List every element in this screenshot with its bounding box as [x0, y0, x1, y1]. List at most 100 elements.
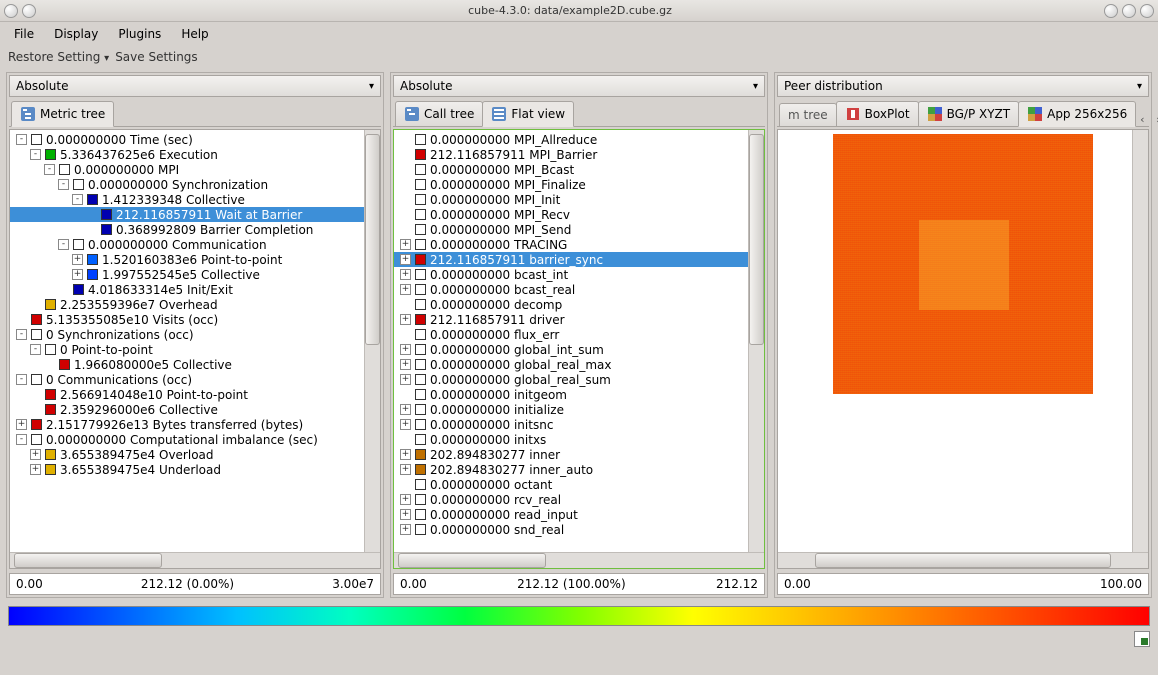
tree-row[interactable]: -0 Point-to-point: [10, 342, 380, 357]
save-settings-button[interactable]: Save Settings: [115, 50, 198, 64]
tree-row[interactable]: +202.894830277 inner: [394, 447, 764, 462]
tree-row[interactable]: -5.336437625e6 Execution: [10, 147, 380, 162]
collapse-icon[interactable]: -: [16, 374, 27, 385]
expand-icon[interactable]: +: [30, 464, 41, 475]
tree-row[interactable]: -0 Communications (occ): [10, 372, 380, 387]
tabs-scroll-left[interactable]: ‹: [1135, 112, 1149, 126]
tree-row[interactable]: +0.000000000 TRACING: [394, 237, 764, 252]
tree-row[interactable]: 2.566914048e10 Point-to-point: [10, 387, 380, 402]
tree-row[interactable]: +0.000000000 bcast_int: [394, 267, 764, 282]
scrollbar-horizontal[interactable]: [10, 552, 380, 568]
tree-row[interactable]: +0.000000000 global_real_sum: [394, 372, 764, 387]
metric-tree[interactable]: -0.000000000 Time (sec)-5.336437625e6 Ex…: [10, 130, 380, 552]
restore-setting-button[interactable]: Restore Setting ▾: [8, 50, 109, 64]
collapse-icon[interactable]: -: [16, 134, 27, 145]
tree-row[interactable]: +3.655389475e4 Underload: [10, 462, 380, 477]
expand-icon[interactable]: +: [400, 269, 411, 280]
tree-row[interactable]: 1.966080000e5 Collective: [10, 357, 380, 372]
tree-row[interactable]: 0.000000000 MPI_Finalize: [394, 177, 764, 192]
expand-icon[interactable]: +: [400, 524, 411, 535]
collapse-icon[interactable]: -: [58, 179, 69, 190]
tree-row[interactable]: -0.000000000 Synchronization: [10, 177, 380, 192]
tree-row[interactable]: 0.000000000 MPI_Allreduce: [394, 132, 764, 147]
tree-row[interactable]: 212.116857911 MPI_Barrier: [394, 147, 764, 162]
close-icon[interactable]: [1140, 4, 1154, 18]
expand-icon[interactable]: +: [400, 284, 411, 295]
tree-row[interactable]: -0.000000000 Time (sec): [10, 132, 380, 147]
status-icon[interactable]: [1134, 631, 1150, 647]
collapse-icon[interactable]: -: [58, 239, 69, 250]
expand-icon[interactable]: +: [400, 359, 411, 370]
tree-row[interactable]: 2.253559396e7 Overhead: [10, 297, 380, 312]
collapse-icon[interactable]: -: [30, 344, 41, 355]
tree-row[interactable]: -0 Synchronizations (occ): [10, 327, 380, 342]
tree-row[interactable]: +1.997552545e5 Collective: [10, 267, 380, 282]
expand-icon[interactable]: +: [30, 449, 41, 460]
tree-row[interactable]: +212.116857911 driver: [394, 312, 764, 327]
expand-icon[interactable]: +: [400, 404, 411, 415]
tree-row[interactable]: +2.151779926e13 Bytes transferred (bytes…: [10, 417, 380, 432]
tree-row[interactable]: -0.000000000 MPI: [10, 162, 380, 177]
collapse-icon[interactable]: -: [44, 164, 55, 175]
tree-row[interactable]: 0.000000000 MPI_Send: [394, 222, 764, 237]
collapse-icon[interactable]: -: [16, 434, 27, 445]
tree-row[interactable]: 212.116857911 Wait at Barrier: [10, 207, 380, 222]
minimize-icon[interactable]: [1104, 4, 1118, 18]
tree-row[interactable]: +1.520160383e6 Point-to-point: [10, 252, 380, 267]
tree-row[interactable]: 0.000000000 initgeom: [394, 387, 764, 402]
tree-row[interactable]: 4.018633314e5 Init/Exit: [10, 282, 380, 297]
expand-icon[interactable]: +: [400, 254, 411, 265]
maximize-icon[interactable]: [1122, 4, 1136, 18]
tree-row[interactable]: +202.894830277 inner_auto: [394, 462, 764, 477]
tab-metric-tree[interactable]: Metric tree: [11, 101, 114, 127]
expand-icon[interactable]: +: [400, 239, 411, 250]
scrollbar-horizontal[interactable]: [394, 552, 764, 568]
scrollbar-vertical[interactable]: [748, 130, 764, 552]
tab-app-256x256[interactable]: App 256x256: [1018, 101, 1136, 127]
menu-display[interactable]: Display: [46, 25, 106, 43]
expand-icon[interactable]: +: [400, 374, 411, 385]
tree-row[interactable]: +3.655389475e4 Overload: [10, 447, 380, 462]
tree-row[interactable]: +0.000000000 read_input: [394, 507, 764, 522]
expand-icon[interactable]: +: [400, 509, 411, 520]
collapse-icon[interactable]: -: [72, 194, 83, 205]
expand-icon[interactable]: +: [400, 464, 411, 475]
tab-flat-view[interactable]: Flat view: [482, 101, 574, 127]
collapse-icon[interactable]: -: [16, 329, 27, 340]
tree-row[interactable]: +0.000000000 global_int_sum: [394, 342, 764, 357]
tree-row[interactable]: +0.000000000 rcv_real: [394, 492, 764, 507]
scrollbar-horizontal[interactable]: [778, 552, 1148, 568]
tree-row[interactable]: 0.368992809 Barrier Completion: [10, 222, 380, 237]
collapse-icon[interactable]: -: [30, 149, 41, 160]
menu-plugins[interactable]: Plugins: [110, 25, 169, 43]
tree-row[interactable]: 0.000000000 octant: [394, 477, 764, 492]
menu-file[interactable]: File: [6, 25, 42, 43]
call-mode-dropdown[interactable]: Absolute ▾: [393, 75, 765, 97]
tree-row[interactable]: +0.000000000 global_real_max: [394, 357, 764, 372]
tree-row[interactable]: -1.412339348 Collective: [10, 192, 380, 207]
tree-row[interactable]: 5.135355085e10 Visits (occ): [10, 312, 380, 327]
tree-row[interactable]: +212.116857911 barrier_sync: [394, 252, 764, 267]
tabs-scroll-right[interactable]: ›: [1151, 112, 1158, 126]
expand-icon[interactable]: +: [400, 344, 411, 355]
metric-mode-dropdown[interactable]: Absolute ▾: [9, 75, 381, 97]
tree-row[interactable]: 0.000000000 flux_err: [394, 327, 764, 342]
scrollbar-vertical[interactable]: [1132, 130, 1148, 552]
tab-system-tree-partial[interactable]: m tree: [779, 103, 837, 126]
tab-bgp-xyzt[interactable]: BG/P XYZT: [918, 101, 1020, 126]
tree-row[interactable]: 0.000000000 MPI_Bcast: [394, 162, 764, 177]
tree-row[interactable]: 0.000000000 decomp: [394, 297, 764, 312]
expand-icon[interactable]: +: [400, 449, 411, 460]
pin-icon[interactable]: [22, 4, 36, 18]
tree-row[interactable]: 2.359296000e6 Collective: [10, 402, 380, 417]
tree-row[interactable]: +0.000000000 initsnc: [394, 417, 764, 432]
tree-row[interactable]: 0.000000000 MPI_Init: [394, 192, 764, 207]
expand-icon[interactable]: +: [72, 269, 83, 280]
expand-icon[interactable]: +: [72, 254, 83, 265]
tree-row[interactable]: +0.000000000 bcast_real: [394, 282, 764, 297]
expand-icon[interactable]: +: [16, 419, 27, 430]
tree-row[interactable]: -0.000000000 Communication: [10, 237, 380, 252]
scrollbar-vertical[interactable]: [364, 130, 380, 552]
tree-row[interactable]: +0.000000000 snd_real: [394, 522, 764, 537]
tree-row[interactable]: 0.000000000 initxs: [394, 432, 764, 447]
